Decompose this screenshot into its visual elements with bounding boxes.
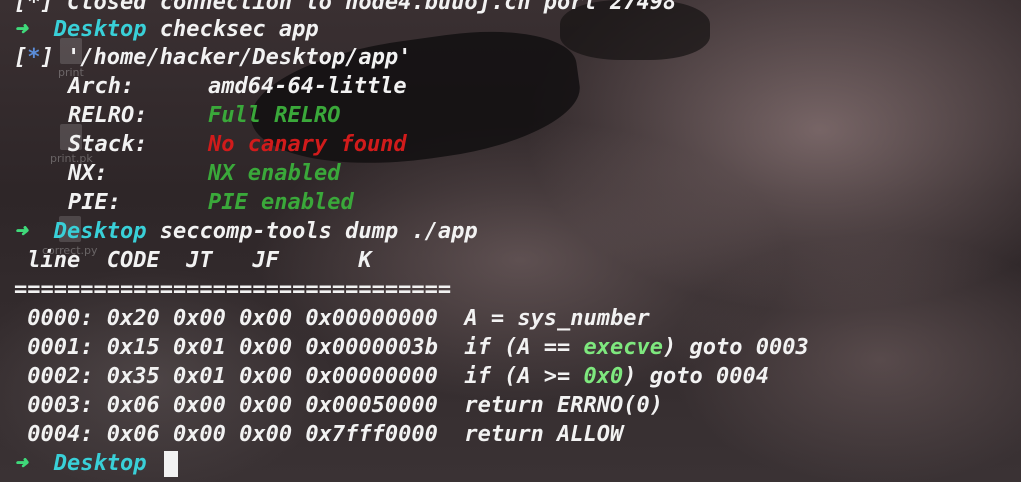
seccomp-row: 0004: 0x06 0x00 0x00 0x7fff0000 return A…: [14, 422, 624, 447]
terminal-prompt-line: ➜ Desktop checksec app: [14, 15, 319, 44]
prompt-arrow-icon: ➜: [14, 17, 28, 42]
prompt-directory: Desktop: [53, 219, 147, 244]
terminal-input-prompt[interactable]: ➜ Desktop: [14, 449, 178, 478]
checksec-path-line: [*] '/home/hacker/Desktop/app': [14, 45, 412, 70]
nx-label: NX:: [68, 161, 108, 186]
seccomp-header: line CODE JT JF K: [14, 248, 372, 273]
syscall-highlight: execve: [583, 335, 664, 360]
seccomp-row: 0001: 0x15 0x01 0x00 0x0000003b if (A ==…: [14, 335, 809, 360]
nx-value: NX enabled: [208, 161, 341, 186]
seccomp-row: 0000: 0x20 0x00 0x00 0x00000000 A = sys_…: [14, 306, 650, 331]
command-text: seccomp-tools dump ./app: [159, 219, 478, 244]
prompt-directory: Desktop: [53, 17, 147, 42]
command-text: checksec app: [159, 17, 319, 42]
binary-path: '/home/hacker/Desktop/app': [67, 45, 412, 70]
prompt-arrow-icon: ➜: [14, 451, 28, 476]
pie-label: PIE:: [68, 190, 121, 215]
arch-value: amd64-64-little: [208, 74, 407, 99]
stack-label: Stack:: [68, 132, 148, 157]
arch-label: Arch:: [68, 74, 135, 99]
seccomp-row: 0003: 0x06 0x00 0x00 0x00050000 return E…: [14, 393, 664, 418]
seccomp-separator: =================================: [14, 277, 452, 302]
prompt-arrow-icon: ➜: [14, 219, 28, 244]
terminal-prompt-line: ➜ Desktop seccomp-tools dump ./app: [14, 217, 478, 246]
relro-label: RELRO:: [68, 103, 148, 128]
relro-value: Full RELRO: [208, 103, 341, 128]
prompt-directory: Desktop: [53, 451, 147, 476]
stack-value: No canary found: [208, 132, 407, 157]
pie-value: PIE enabled: [208, 190, 354, 215]
text-cursor: [163, 451, 178, 477]
seccomp-row: 0002: 0x35 0x01 0x00 0x00000000 if (A >=…: [14, 364, 769, 389]
value-highlight: 0x0: [583, 364, 624, 389]
terminal-window[interactable]: [*] Closed connection to node4.buuoj.cn …: [0, 0, 1021, 482]
